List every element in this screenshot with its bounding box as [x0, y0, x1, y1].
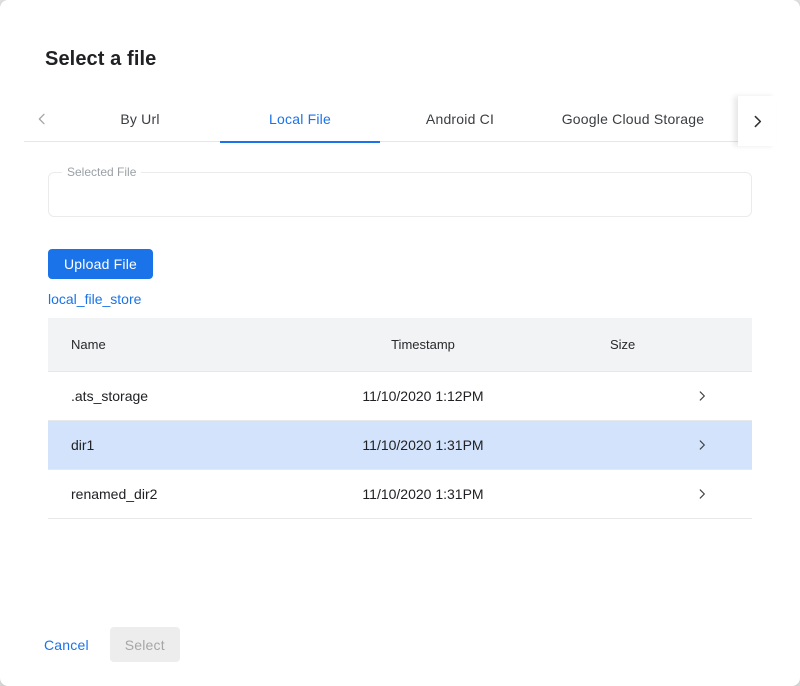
selected-file-field-label: Selected File: [62, 165, 141, 179]
row-name: renamed_dir2: [48, 486, 298, 502]
chevron-right-icon: [652, 438, 752, 452]
tabs-previous-button[interactable]: [24, 96, 60, 141]
tab-android-ci[interactable]: Android CI: [380, 96, 540, 142]
table-row-renamed-dir2[interactable]: renamed_dir2 11/10/2020 1:31PM: [48, 470, 752, 519]
column-header-timestamp: Timestamp: [298, 337, 548, 352]
local-file-store-link[interactable]: local_file_store: [48, 291, 141, 307]
select-file-dialog: Select a file By Url Local File Android …: [0, 0, 800, 686]
column-header-name: Name: [48, 337, 298, 352]
chevron-right-icon: [652, 389, 752, 403]
table-row-ats-storage[interactable]: .ats_storage 11/10/2020 1:12PM: [48, 372, 752, 421]
row-name: .ats_storage: [48, 388, 298, 404]
chevron-left-icon: [34, 111, 50, 127]
row-timestamp: 11/10/2020 1:12PM: [298, 388, 548, 404]
file-table: Name Timestamp Size .ats_storage 11/10/2…: [48, 318, 752, 519]
dialog-title: Select a file: [45, 48, 156, 71]
tab-google-cloud-storage[interactable]: Google Cloud Storage: [540, 96, 726, 142]
tab-local-file[interactable]: Local File: [220, 96, 380, 142]
file-table-header: Name Timestamp Size: [48, 318, 752, 372]
selected-file-field: Selected File: [48, 172, 752, 217]
row-name: dir1: [48, 437, 298, 453]
cancel-button[interactable]: Cancel: [36, 629, 97, 661]
row-timestamp: 11/10/2020 1:31PM: [298, 437, 548, 453]
table-row-dir1[interactable]: dir1 11/10/2020 1:31PM: [48, 421, 752, 470]
column-header-size: Size: [548, 337, 652, 352]
tab-bar: By Url Local File Android CI Google Clou…: [24, 96, 776, 142]
upload-file-button[interactable]: Upload File: [48, 249, 153, 279]
tabs-next-button[interactable]: [738, 96, 776, 146]
row-timestamp: 11/10/2020 1:31PM: [298, 486, 548, 502]
dialog-actions: Cancel Select: [36, 627, 180, 662]
selected-file-input[interactable]: [49, 173, 751, 216]
chevron-right-icon: [749, 113, 766, 130]
tab-list: By Url Local File Android CI Google Clou…: [60, 96, 726, 142]
chevron-right-icon: [652, 487, 752, 501]
select-button[interactable]: Select: [110, 627, 180, 662]
tab-by-url[interactable]: By Url: [60, 96, 220, 142]
